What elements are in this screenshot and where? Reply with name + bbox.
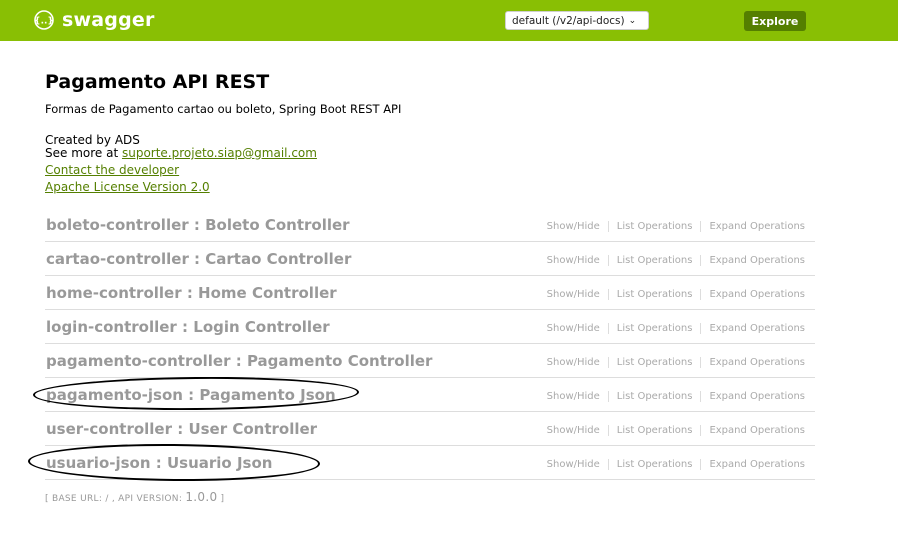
logo-text: swagger	[62, 9, 155, 31]
list-operations-link[interactable]: List Operations	[617, 221, 693, 232]
api-footer-info: [ BASE URL: / , API VERSION: 1.0.0 ]	[45, 490, 224, 504]
divider	[607, 357, 609, 368]
swagger-logo-icon: {..}	[34, 10, 54, 30]
show-hide-link[interactable]: Show/Hide	[547, 357, 600, 368]
footer-open-bracket: [	[45, 494, 52, 504]
resource-title[interactable]: cartao-controller : Cartao Controller	[46, 250, 351, 268]
resource-operations: Show/Hide List Operations Expand Operati…	[547, 391, 805, 402]
show-hide-link[interactable]: Show/Hide	[547, 289, 600, 300]
divider	[607, 289, 609, 300]
resource-title[interactable]: pagamento-json : Pagamento Json	[46, 386, 336, 404]
footer-close-bracket: ]	[217, 494, 225, 504]
resource-title[interactable]: login-controller : Login Controller	[46, 318, 330, 336]
divider	[607, 221, 609, 232]
resource-title[interactable]: boleto-controller : Boleto Controller	[46, 216, 350, 234]
divider	[607, 255, 609, 266]
resource-cartao-controller: cartao-controller : Cartao Controller Sh…	[45, 242, 815, 276]
resource-boleto-controller: boleto-controller : Boleto Controller Sh…	[45, 208, 815, 242]
base-url-value: : / ,	[98, 494, 119, 504]
resource-usuario-json: usuario-json : Usuario Json Show/Hide Li…	[45, 446, 815, 480]
api-description: Formas de Pagamento cartao ou boleto, Sp…	[45, 102, 402, 116]
chevron-down-icon: ⌄	[628, 15, 637, 26]
resource-operations: Show/Hide List Operations Expand Operati…	[547, 459, 805, 470]
expand-operations-link[interactable]: Expand Operations	[709, 459, 805, 470]
divider	[607, 425, 609, 436]
explore-button[interactable]: Explore	[744, 11, 806, 31]
expand-operations-link[interactable]: Expand Operations	[709, 255, 805, 266]
divider	[700, 221, 702, 232]
resource-login-controller: login-controller : Login Controller Show…	[45, 310, 815, 344]
divider	[700, 425, 702, 436]
divider	[607, 323, 609, 334]
base-url-label: BASE URL	[51, 494, 99, 504]
expand-operations-link[interactable]: Expand Operations	[709, 221, 805, 232]
show-hide-link[interactable]: Show/Hide	[547, 459, 600, 470]
page-title: Pagamento API REST	[45, 71, 270, 93]
list-operations-link[interactable]: List Operations	[617, 425, 693, 436]
show-hide-link[interactable]: Show/Hide	[547, 425, 600, 436]
resource-title[interactable]: home-controller : Home Controller	[46, 284, 337, 302]
list-operations-link[interactable]: List Operations	[617, 459, 693, 470]
top-bar: {..} swagger default (/v2/api-docs) ⌄ Ex…	[0, 0, 898, 41]
divider	[700, 357, 702, 368]
api-version-value: 1.0.0	[185, 490, 218, 504]
see-more: See more at suporte.projeto.siap@gmail.c…	[45, 147, 317, 160]
resource-operations: Show/Hide List Operations Expand Operati…	[547, 255, 805, 266]
list-operations-link[interactable]: List Operations	[617, 289, 693, 300]
divider	[700, 255, 702, 266]
show-hide-link[interactable]: Show/Hide	[547, 391, 600, 402]
divider	[700, 391, 702, 402]
resource-home-controller: home-controller : Home Controller Show/H…	[45, 276, 815, 310]
swagger-logo[interactable]: {..} swagger	[34, 8, 155, 32]
divider	[607, 391, 609, 402]
divider	[700, 323, 702, 334]
resource-title[interactable]: usuario-json : Usuario Json	[46, 454, 272, 472]
resource-title[interactable]: pagamento-controller : Pagamento Control…	[46, 352, 432, 370]
resource-list: boleto-controller : Boleto Controller Sh…	[45, 208, 815, 480]
contact-email-link[interactable]: suporte.projeto.siap@gmail.com	[122, 146, 317, 160]
divider	[607, 459, 609, 470]
resource-operations: Show/Hide List Operations Expand Operati…	[547, 425, 805, 436]
resource-user-controller: user-controller : User Controller Show/H…	[45, 412, 815, 446]
resource-operations: Show/Hide List Operations Expand Operati…	[547, 221, 805, 232]
divider	[700, 289, 702, 300]
expand-operations-link[interactable]: Expand Operations	[709, 391, 805, 402]
api-version-label: API VERSION	[118, 494, 179, 504]
resource-pagamento-controller: pagamento-controller : Pagamento Control…	[45, 344, 815, 378]
expand-operations-link[interactable]: Expand Operations	[709, 289, 805, 300]
divider	[700, 459, 702, 470]
show-hide-link[interactable]: Show/Hide	[547, 221, 600, 232]
api-spec-select[interactable]: default (/v2/api-docs) ⌄	[505, 11, 649, 30]
expand-operations-link[interactable]: Expand Operations	[709, 357, 805, 368]
expand-operations-link[interactable]: Expand Operations	[709, 425, 805, 436]
resource-operations: Show/Hide List Operations Expand Operati…	[547, 289, 805, 300]
list-operations-link[interactable]: List Operations	[617, 323, 693, 334]
license-link[interactable]: Apache License Version 2.0	[45, 180, 210, 194]
show-hide-link[interactable]: Show/Hide	[547, 323, 600, 334]
see-more-label: See more at	[45, 146, 122, 160]
resource-operations: Show/Hide List Operations Expand Operati…	[547, 357, 805, 368]
resource-title[interactable]: user-controller : User Controller	[46, 420, 317, 438]
show-hide-link[interactable]: Show/Hide	[547, 255, 600, 266]
api-spec-select-value: default (/v2/api-docs)	[512, 14, 625, 27]
resource-operations: Show/Hide List Operations Expand Operati…	[547, 323, 805, 334]
resource-pagamento-json: pagamento-json : Pagamento Json Show/Hid…	[45, 378, 815, 412]
expand-operations-link[interactable]: Expand Operations	[709, 323, 805, 334]
list-operations-link[interactable]: List Operations	[617, 391, 693, 402]
list-operations-link[interactable]: List Operations	[617, 255, 693, 266]
svg-text:{..}: {..}	[34, 17, 54, 27]
contact-developer-link[interactable]: Contact the developer	[45, 163, 179, 177]
list-operations-link[interactable]: List Operations	[617, 357, 693, 368]
